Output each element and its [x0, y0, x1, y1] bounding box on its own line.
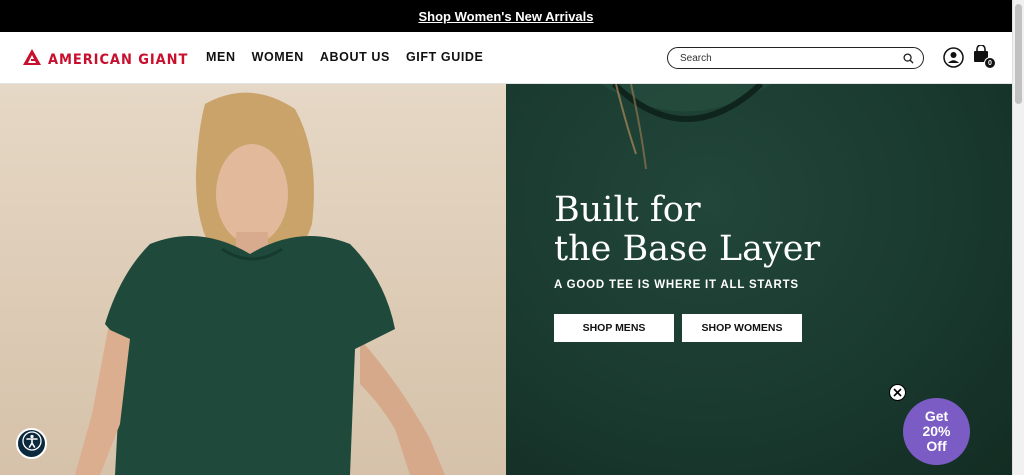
hero-title: Built for the Base Layer [554, 190, 821, 269]
nav-item-gift-guide[interactable]: GIFT GUIDE [406, 50, 484, 64]
hero-subtitle: A GOOD TEE IS WHERE IT ALL STARTS [554, 279, 799, 291]
announcement-link[interactable]: Shop Women's New Arrivals [418, 9, 593, 24]
promo-discount-badge[interactable]: Get 20% Off [903, 398, 970, 465]
search-input[interactable] [680, 52, 903, 64]
cart-button[interactable]: 0 [973, 44, 996, 69]
hero-banner [0, 84, 1012, 475]
site-header: AMERICAN GIANT MEN WOMEN ABOUT US GIFT G… [0, 32, 1012, 84]
promo-line-2: 20% [922, 423, 951, 439]
search-icon[interactable] [903, 52, 915, 64]
page: Shop Women's New Arrivals AMERICAN GIANT… [0, 0, 1024, 475]
logo-mark-icon [22, 48, 42, 71]
main-nav: MEN WOMEN ABOUT US GIFT GUIDE [206, 50, 484, 64]
promo-close-button[interactable] [889, 384, 906, 401]
search-box [667, 47, 924, 69]
nav-item-women[interactable]: WOMEN [252, 50, 304, 64]
shop-mens-button[interactable]: SHOP MENS [554, 314, 674, 342]
nav-item-men[interactable]: MEN [206, 50, 236, 64]
scrollbar[interactable] [1012, 0, 1024, 475]
hero-image-left [0, 84, 506, 475]
scrollbar-thumb[interactable] [1015, 4, 1022, 104]
logo[interactable]: AMERICAN GIANT [22, 48, 199, 71]
accessibility-button[interactable] [16, 428, 47, 459]
accessibility-icon [21, 431, 42, 456]
logo-text: AMERICAN GIANT [48, 51, 189, 68]
close-icon [893, 384, 902, 402]
cart-count-badge: 0 [984, 57, 996, 69]
account-icon[interactable] [943, 47, 964, 68]
promo-line-1: Get [924, 408, 949, 424]
promo-line-3: Off [926, 438, 947, 454]
nav-item-about-us[interactable]: ABOUT US [320, 50, 390, 64]
announcement-bar: Shop Women's New Arrivals [0, 0, 1012, 32]
shop-womens-button[interactable]: SHOP WOMENS [682, 314, 802, 342]
model-illustration [75, 92, 445, 475]
